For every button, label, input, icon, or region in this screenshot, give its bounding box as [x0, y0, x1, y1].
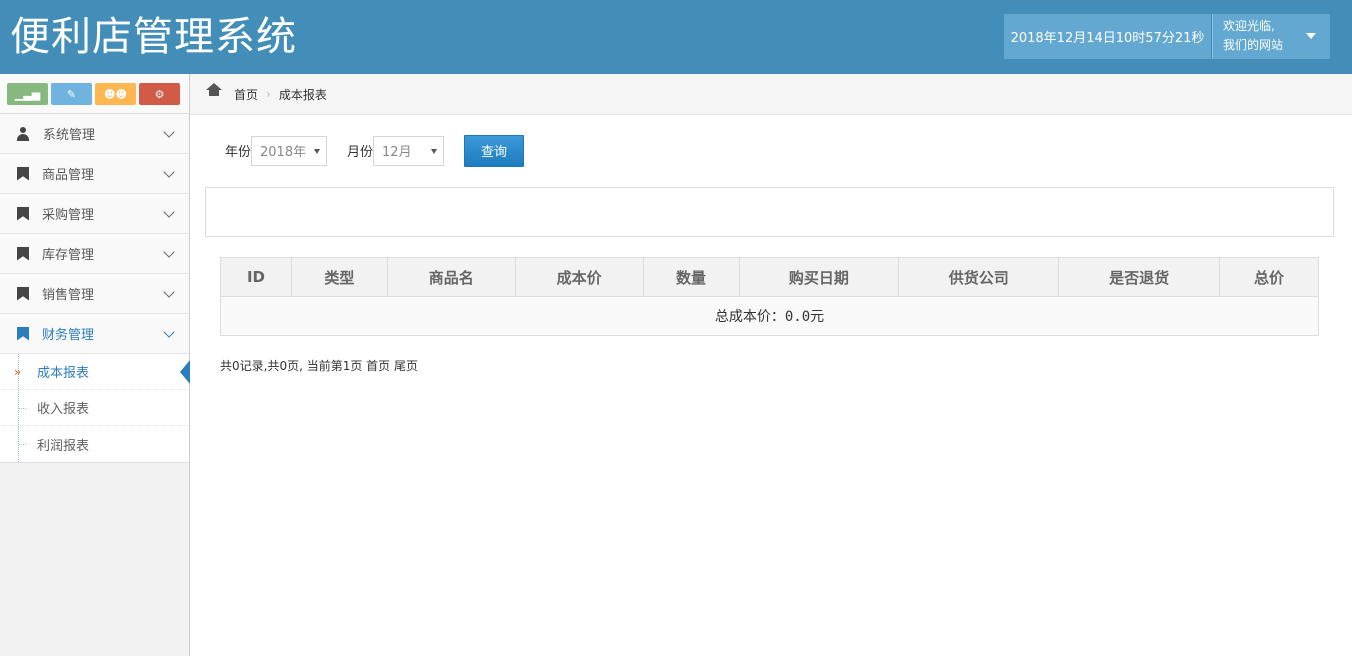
tree-branch [19, 408, 26, 409]
submenu-item-label: 成本报表 [37, 366, 90, 381]
sidebar-item-finance[interactable]: 财务管理 [0, 314, 189, 354]
sidebar-item-products[interactable]: 商品管理 [0, 154, 189, 194]
column-header: 商品名 [386, 257, 516, 297]
submenu-item-income-report[interactable]: 收入报表 [0, 390, 189, 426]
sidebar-item-purchase[interactable]: 采购管理 [0, 194, 189, 234]
signal-icon[interactable]: ▁▃▅ [7, 83, 48, 105]
filter-bar: 年份 2018年 月份 12月 查询 [225, 134, 525, 167]
month-select[interactable]: 12月 [373, 135, 445, 166]
finance-submenu: » 成本报表 收入报表 利润报表 [0, 354, 190, 463]
sidebar-item-label: 系统管理 [43, 128, 96, 143]
column-header: ID [220, 257, 292, 297]
chevron-down-icon [163, 166, 175, 178]
submenu-item-cost-report[interactable]: » 成本报表 [0, 354, 190, 390]
caret-down-icon [1306, 33, 1316, 39]
breadcrumb: 首页 › 成本报表 [190, 74, 1352, 115]
column-header: 总价 [1219, 257, 1319, 297]
year-select[interactable]: 2018年 [251, 135, 328, 166]
sidebar-item-system[interactable]: 系统管理 [0, 114, 189, 154]
sidebar-item-sales[interactable]: 销售管理 [0, 274, 189, 314]
submenu-item-profit-report[interactable]: 利润报表 [0, 426, 189, 462]
bookmark-icon [17, 286, 29, 301]
chevron-down-icon [163, 246, 175, 258]
table-header-row: ID 类型 商品名 成本价 数量 购买日期 供货公司 是否退货 总价 [220, 257, 1319, 297]
chevron-down-icon [163, 286, 175, 298]
chart-container [205, 187, 1334, 237]
column-header: 类型 [290, 257, 388, 297]
top-navbar: 便利店管理系统 2018年12月14日10时57分21秒 欢迎光临, 我们的网站 [0, 0, 1352, 74]
double-angle-right-icon: » [14, 365, 22, 379]
pencil-icon[interactable]: ✎ [51, 83, 92, 105]
sidebar-item-label: 库存管理 [42, 248, 95, 263]
bookmark-icon [17, 326, 29, 341]
breadcrumb-current: 成本报表 [278, 87, 327, 102]
submenu-item-label: 利润报表 [37, 438, 90, 454]
year-label: 年份 [225, 145, 252, 160]
cogs-icon[interactable]: ⚙ [139, 83, 180, 105]
user-menu-toggle[interactable]: 欢迎光临, 我们的网站 [1212, 14, 1330, 59]
total-cost-summary: 总成本价：0.0元 [220, 296, 1319, 336]
chevron-down-icon [163, 206, 175, 218]
users-icon[interactable]: ☻☻ [95, 83, 136, 105]
sidebar-item-label: 销售管理 [42, 288, 95, 303]
chevron-down-icon [163, 326, 175, 338]
year-select-value: 2018年 [260, 145, 307, 160]
month-label: 月份 [347, 145, 374, 160]
sidebar-item-inventory[interactable]: 库存管理 [0, 234, 189, 274]
sidebar-item-label: 财务管理 [42, 328, 95, 343]
sidebar-shortcuts: ▁▃▅ ✎ ☻☻ ⚙ [0, 74, 189, 114]
column-header: 是否退货 [1058, 257, 1221, 297]
caret-down-icon [314, 148, 321, 154]
column-header: 供货公司 [898, 257, 1060, 297]
pagination-info: 共0记录,共0页, 当前第1页 首页 尾页 [220, 359, 418, 373]
caret-down-icon [431, 148, 438, 154]
datetime-display: 2018年12月14日10时57分21秒 [1004, 14, 1211, 59]
month-select-value: 12月 [382, 145, 412, 160]
column-header: 购买日期 [738, 257, 900, 297]
sidebar-item-label: 商品管理 [42, 168, 95, 183]
cost-report-table: ID 类型 商品名 成本价 数量 购买日期 供货公司 是否退货 总价 总成本价：… [220, 257, 1319, 336]
bookmark-icon [17, 206, 29, 221]
table-row: 总成本价：0.0元 [220, 296, 1319, 336]
tree-branch [19, 444, 26, 445]
chevron-right-icon: › [266, 87, 271, 101]
user-icon [16, 126, 30, 141]
sidebar: ▁▃▅ ✎ ☻☻ ⚙ 系统管理 商品管理 采购管理 库存管理 销售管理 财务管理… [0, 74, 190, 656]
app-title: 便利店管理系统 [10, 14, 297, 60]
chevron-down-icon [163, 126, 175, 138]
home-icon [206, 83, 222, 97]
column-header: 成本价 [514, 257, 644, 297]
sidebar-item-label: 采购管理 [42, 208, 95, 223]
header-right: 2018年12月14日10时57分21秒 欢迎光临, 我们的网站 [1004, 14, 1330, 59]
query-button[interactable]: 查询 [464, 134, 525, 167]
active-indicator [180, 360, 190, 384]
submenu-item-label: 收入报表 [37, 402, 90, 417]
breadcrumb-home[interactable]: 首页 [234, 86, 258, 103]
bookmark-icon [17, 246, 29, 261]
column-header: 数量 [642, 257, 740, 297]
bookmark-icon [17, 166, 29, 181]
